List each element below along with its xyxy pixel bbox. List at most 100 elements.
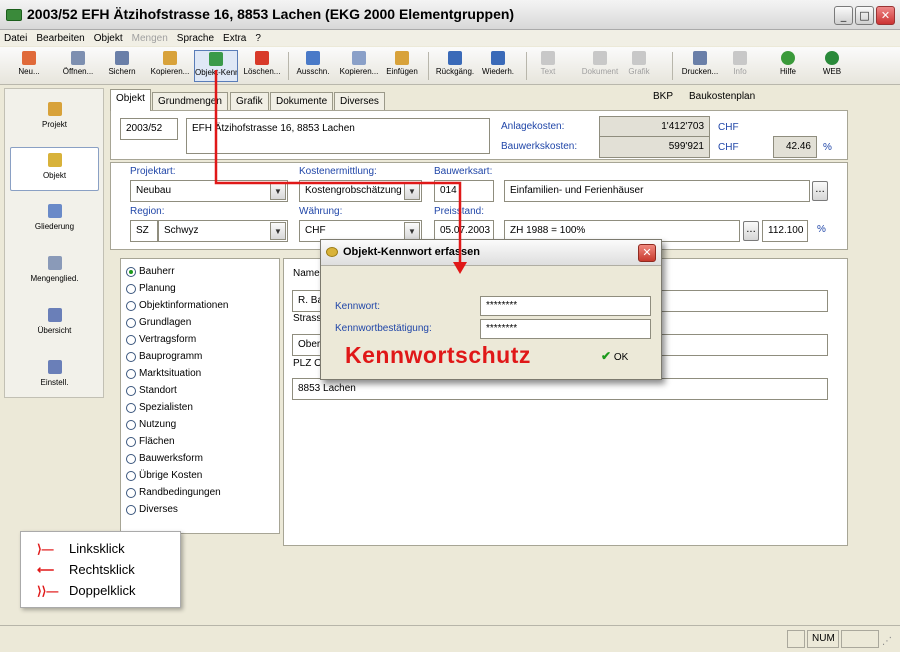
radio-item[interactable]: Grundlagen [121, 314, 279, 331]
tab-grundmengen[interactable]: Grundmengen [152, 92, 228, 110]
radio-button-icon[interactable] [126, 283, 136, 294]
radio-item[interactable]: Randbedingungen [121, 484, 279, 501]
radio-item[interactable]: Spezialisten [121, 399, 279, 416]
region-combo[interactable]: Schwyz ▼ [158, 220, 288, 242]
app-icon [6, 9, 22, 21]
radio-button-icon[interactable] [126, 419, 136, 430]
tab-objekt[interactable]: Objekt [110, 89, 151, 111]
status-cell-empty [787, 630, 805, 648]
nav-uebersicht[interactable]: Übersicht [10, 303, 99, 347]
tab-grafik[interactable]: Grafik [230, 92, 269, 110]
bauwerksart-label: Bauwerksart: [434, 166, 493, 177]
waehrung-value: CHF [305, 225, 326, 236]
menu-sprache[interactable]: Sprache [177, 33, 214, 44]
overview-icon [47, 308, 62, 322]
toolbar-document-button[interactable]: Dokument [580, 50, 620, 82]
radio-button-icon[interactable] [126, 402, 136, 413]
plz-ort-field[interactable]: 8853 Lachen [292, 378, 828, 400]
radio-item[interactable]: Planung [121, 280, 279, 297]
radio-item[interactable]: Übrige Kosten [121, 467, 279, 484]
chevron-down-icon[interactable]: ▼ [270, 182, 286, 200]
radio-item[interactable]: Marktsituation [121, 365, 279, 382]
menu-objekt[interactable]: Objekt [94, 33, 123, 44]
cost-percent-unit: % [823, 142, 832, 153]
resize-grip-icon[interactable]: ⋰ [882, 636, 894, 648]
radio-item[interactable]: Standort [121, 382, 279, 399]
radio-button-icon[interactable] [126, 351, 136, 362]
radio-button-icon[interactable] [126, 317, 136, 328]
kennwort-bestaetigung-input[interactable]: ******** [480, 319, 651, 339]
tab-dokumente[interactable]: Dokumente [270, 92, 334, 110]
object-number-field[interactable]: 2003/52 [120, 118, 178, 140]
toolbar-paste-button[interactable]: Einfügen [382, 50, 422, 82]
toolbar-graphic-button[interactable]: Grafik [624, 50, 654, 82]
menu-extra[interactable]: Extra [223, 33, 246, 44]
close-button[interactable]: ✕ [876, 6, 895, 25]
chevron-down-icon[interactable]: ▼ [404, 182, 420, 200]
radio-item[interactable]: Flächen [121, 433, 279, 450]
radio-button-icon[interactable] [126, 470, 136, 481]
preisstand-value-field[interactable]: 112.100 [762, 220, 808, 242]
toolbar-password-button[interactable]: Objekt-Kennwort [194, 50, 238, 82]
radio-item[interactable]: Objektinformationen [121, 297, 279, 314]
radio-item[interactable]: Vertragsform [121, 331, 279, 348]
toolbar-delete-button[interactable]: Löschen... [240, 50, 284, 82]
toolbar-help-button[interactable]: Hilfe [774, 50, 802, 82]
radio-item[interactable]: Bauwerksform [121, 450, 279, 467]
ok-button[interactable]: ✔ OK [601, 349, 628, 363]
radio-button-icon[interactable] [126, 385, 136, 396]
nav-objekt[interactable]: Objekt [10, 147, 99, 191]
tab-diverses[interactable]: Diverses [334, 92, 385, 110]
radio-button-icon[interactable] [126, 368, 136, 379]
nav-mengengliederung[interactable]: Mengenglied. [10, 251, 99, 295]
region-code-field[interactable]: SZ [130, 220, 158, 242]
bauwerksart-field[interactable]: Einfamilien- und Ferienhäuser [504, 180, 810, 202]
menu-datei[interactable]: Datei [4, 33, 27, 44]
cost-percent-value: 42.46 [773, 136, 817, 158]
dialog-close-button[interactable]: ✕ [638, 244, 656, 262]
toolbar-text-button[interactable]: Text [534, 50, 562, 82]
menu-help[interactable]: ? [255, 33, 261, 44]
chevron-down-icon[interactable]: ▼ [270, 222, 286, 240]
toolbar-undo-button[interactable]: Rückgäng. [434, 50, 476, 82]
radio-button-icon[interactable] [126, 266, 136, 277]
graphic-icon [632, 51, 646, 65]
radio-button-icon[interactable] [126, 334, 136, 345]
radio-button-icon[interactable] [126, 436, 136, 447]
radio-button-icon[interactable] [126, 453, 136, 464]
toolbar-cut-button[interactable]: Ausschn. [292, 50, 334, 82]
kostenermittlung-combo[interactable]: Kostengrobschätzung ▼ [299, 180, 422, 202]
toolbar-web-button[interactable]: WEB [818, 50, 846, 82]
radio-button-icon[interactable] [126, 487, 136, 498]
toolbar-open-button[interactable]: Öffnen... [56, 50, 100, 82]
radio-button-icon[interactable] [126, 300, 136, 311]
nav-projekt[interactable]: Projekt [10, 97, 99, 141]
toolbar-print-button[interactable]: Drucken... [678, 50, 722, 82]
radio-button-icon[interactable] [126, 504, 136, 515]
toolbar-info-button[interactable]: Info [728, 50, 752, 82]
radio-item[interactable]: Nutzung [121, 416, 279, 433]
minimize-button[interactable]: _ [834, 6, 853, 25]
radio-item[interactable]: Bauprogramm [121, 348, 279, 365]
preisstand-browse-button[interactable]: ... [743, 221, 759, 241]
toolbar-new-button[interactable]: Neu... [10, 50, 48, 82]
toolbar-copy2-button[interactable]: Kopieren... [338, 50, 380, 82]
maximize-button[interactable]: □ [855, 6, 874, 25]
bauwerkskosten-label: Bauwerkskosten: [501, 141, 578, 152]
menu-mengen[interactable]: Mengen [132, 33, 168, 44]
bauwerksart-code-field[interactable]: 014 [434, 180, 494, 202]
region-value: Schwyz [164, 225, 199, 236]
bauwerksart-browse-button[interactable]: ... [812, 181, 828, 201]
nav-einstellungen[interactable]: Einstell. [10, 355, 99, 399]
nav-gliederung[interactable]: Gliederung [10, 199, 99, 243]
radio-item[interactable]: Diverses [121, 501, 279, 518]
toolbar-copy-button[interactable]: Kopieren... [148, 50, 192, 82]
radio-item[interactable]: Bauherr [121, 263, 279, 280]
kennwort-input[interactable]: ******** [480, 296, 651, 316]
chevron-down-icon[interactable]: ▼ [404, 222, 420, 240]
projektart-combo[interactable]: Neubau ▼ [130, 180, 288, 202]
toolbar-save-button[interactable]: Sichern [104, 50, 140, 82]
object-name-field[interactable]: EFH Ätzihofstrasse 16, 8853 Lachen [186, 118, 490, 154]
menu-bearbeiten[interactable]: Bearbeiten [36, 33, 84, 44]
toolbar-redo-button[interactable]: Wiederh. [478, 50, 518, 82]
